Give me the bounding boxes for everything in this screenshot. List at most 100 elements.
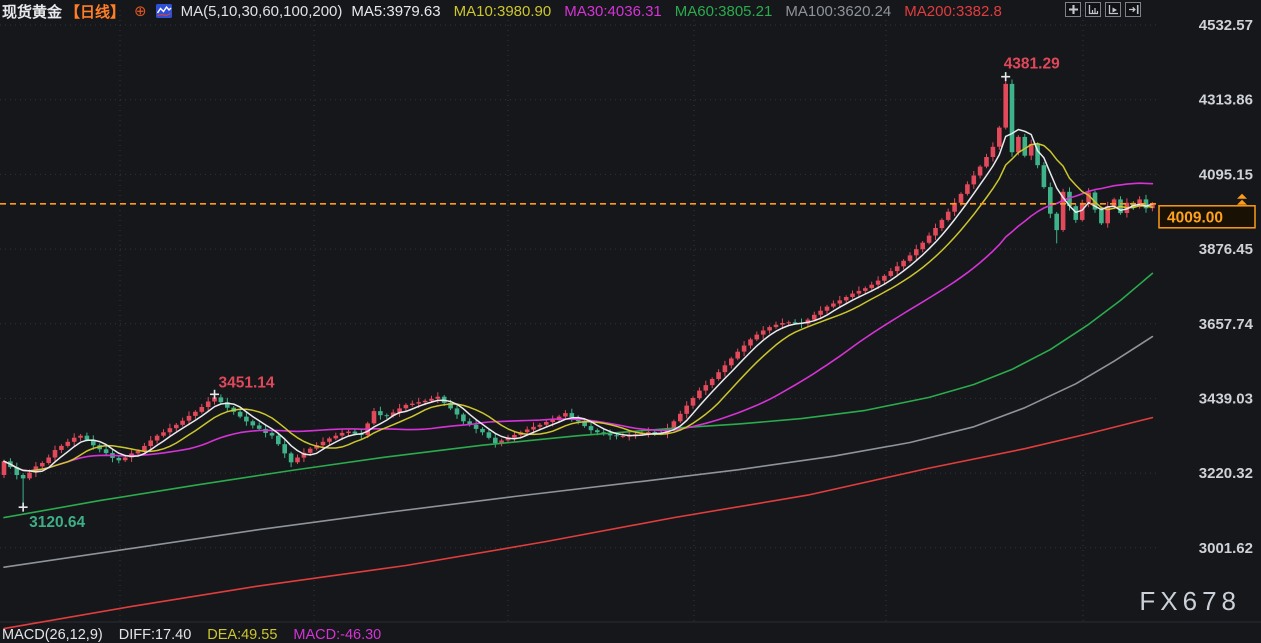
move-icon[interactable] bbox=[1065, 2, 1081, 17]
candle-body bbox=[135, 451, 141, 454]
candle-body bbox=[282, 444, 287, 454]
candle-body bbox=[945, 211, 951, 220]
macd-diff-value: DIFF:17.40 bbox=[118, 627, 192, 643]
ma-legend-item: MA200:3382.8 bbox=[904, 2, 1002, 20]
candle-body bbox=[907, 255, 913, 261]
axis-scale-icon[interactable] bbox=[1085, 2, 1101, 17]
candle-body bbox=[614, 435, 619, 437]
candle-body bbox=[154, 435, 160, 441]
candle-body bbox=[894, 266, 900, 272]
candle-body bbox=[856, 290, 862, 294]
candle-body bbox=[741, 345, 747, 352]
candle-body bbox=[84, 435, 90, 440]
candle-body bbox=[378, 411, 383, 416]
candle-body bbox=[563, 413, 568, 417]
y-axis-label: 3220.32 bbox=[1199, 465, 1253, 482]
candle-body bbox=[371, 411, 377, 424]
candle-body bbox=[142, 445, 147, 451]
price-up-arrow-icon bbox=[1237, 199, 1247, 205]
y-axis-label: 4313.86 bbox=[1199, 92, 1253, 109]
ma-legend: MA5:3979.63 MA10:3980.90 MA30:4036.31 MA60:… bbox=[351, 3, 1001, 20]
candle-body bbox=[569, 413, 575, 418]
candle-body bbox=[1009, 83, 1015, 153]
macd-dea-value: DEA:49.55 bbox=[207, 627, 278, 643]
candle-body bbox=[926, 235, 932, 243]
candle-body bbox=[327, 438, 332, 442]
candle-body bbox=[186, 415, 192, 421]
candle-body bbox=[78, 435, 83, 438]
candle-body bbox=[1048, 187, 1053, 214]
candle-body bbox=[352, 431, 358, 434]
candle-body bbox=[237, 411, 243, 417]
ma-legend-item: MA60:3805.21 bbox=[674, 2, 773, 20]
candle-body bbox=[473, 424, 479, 429]
chart-type-icon[interactable] bbox=[155, 4, 172, 18]
candle-body bbox=[595, 430, 600, 433]
candle-body bbox=[888, 271, 894, 276]
candle-body bbox=[422, 400, 428, 403]
candle-body bbox=[435, 396, 441, 399]
price-up-arrow-icon bbox=[1237, 193, 1247, 199]
candle-body bbox=[403, 404, 409, 409]
candle-body bbox=[588, 426, 594, 431]
exit-right-icon[interactable] bbox=[1125, 2, 1141, 17]
period-tag[interactable]: 【日线】 bbox=[65, 1, 125, 22]
candle-body bbox=[939, 219, 945, 229]
candle-body bbox=[544, 422, 549, 425]
candle-body bbox=[607, 434, 613, 436]
candle-body bbox=[288, 453, 294, 463]
candle-body bbox=[773, 324, 779, 328]
candle-body bbox=[269, 432, 275, 436]
candle-body bbox=[122, 457, 128, 461]
candle-body bbox=[493, 437, 498, 444]
candle-body bbox=[780, 323, 785, 325]
candle-body bbox=[754, 334, 760, 340]
ma-settings-label[interactable]: MA(5,10,30,60,100,200) bbox=[181, 3, 343, 20]
candle-body bbox=[295, 457, 300, 463]
y-axis-label: 3657.74 bbox=[1199, 316, 1254, 333]
candle-body bbox=[971, 175, 977, 185]
candle-body bbox=[116, 457, 122, 461]
candle-body bbox=[1022, 136, 1028, 156]
candle-body bbox=[410, 403, 415, 405]
candle-body bbox=[480, 428, 485, 433]
candle-body bbox=[684, 405, 689, 414]
macd-indicator-row[interactable]: MACD(26,12,9) DIFF:17.40 DEA:49.55 MACD:… bbox=[2, 627, 381, 643]
axis-play-icon[interactable] bbox=[1105, 2, 1121, 17]
ma-line-ma10 bbox=[3, 142, 1154, 472]
candle-body bbox=[429, 398, 434, 401]
current-price-value: 4009.00 bbox=[1167, 209, 1223, 226]
candle-body bbox=[199, 407, 205, 412]
candle-body bbox=[748, 339, 753, 346]
add-indicator-icon[interactable]: ⊕ bbox=[134, 4, 147, 19]
candle-body bbox=[1111, 199, 1117, 207]
candle-body bbox=[71, 437, 77, 442]
candle-body bbox=[416, 402, 421, 404]
candle-body bbox=[703, 385, 709, 391]
candle-body bbox=[148, 440, 153, 446]
candle-body bbox=[901, 260, 906, 267]
candle-body bbox=[990, 146, 996, 157]
candle-body bbox=[461, 414, 466, 422]
candle-body bbox=[882, 275, 887, 281]
candle-body bbox=[1, 461, 7, 475]
candle-body bbox=[869, 284, 874, 289]
candle-body bbox=[678, 413, 683, 422]
candle-body bbox=[512, 435, 517, 438]
ma-line-ma100 bbox=[3, 335, 1154, 568]
candle-body bbox=[307, 448, 313, 453]
candle-body bbox=[977, 166, 983, 176]
instrument-title: 现货黄金 bbox=[2, 3, 63, 21]
candle-body bbox=[27, 472, 32, 479]
candle-body bbox=[193, 411, 198, 416]
candle-body bbox=[174, 424, 179, 429]
ma-legend-item: MA30:4036.31 bbox=[564, 2, 662, 20]
extreme-price-label: 4381.29 bbox=[1004, 56, 1060, 73]
candle-body bbox=[256, 425, 262, 429]
candle-body bbox=[486, 432, 492, 438]
candle-body bbox=[454, 408, 460, 415]
candle-body bbox=[767, 327, 772, 331]
candle-body bbox=[958, 193, 964, 203]
candle-body bbox=[1054, 213, 1059, 231]
candlestick-chart[interactable]: 4009.004532.574313.864095.153876.453657.… bbox=[0, 0, 1261, 639]
